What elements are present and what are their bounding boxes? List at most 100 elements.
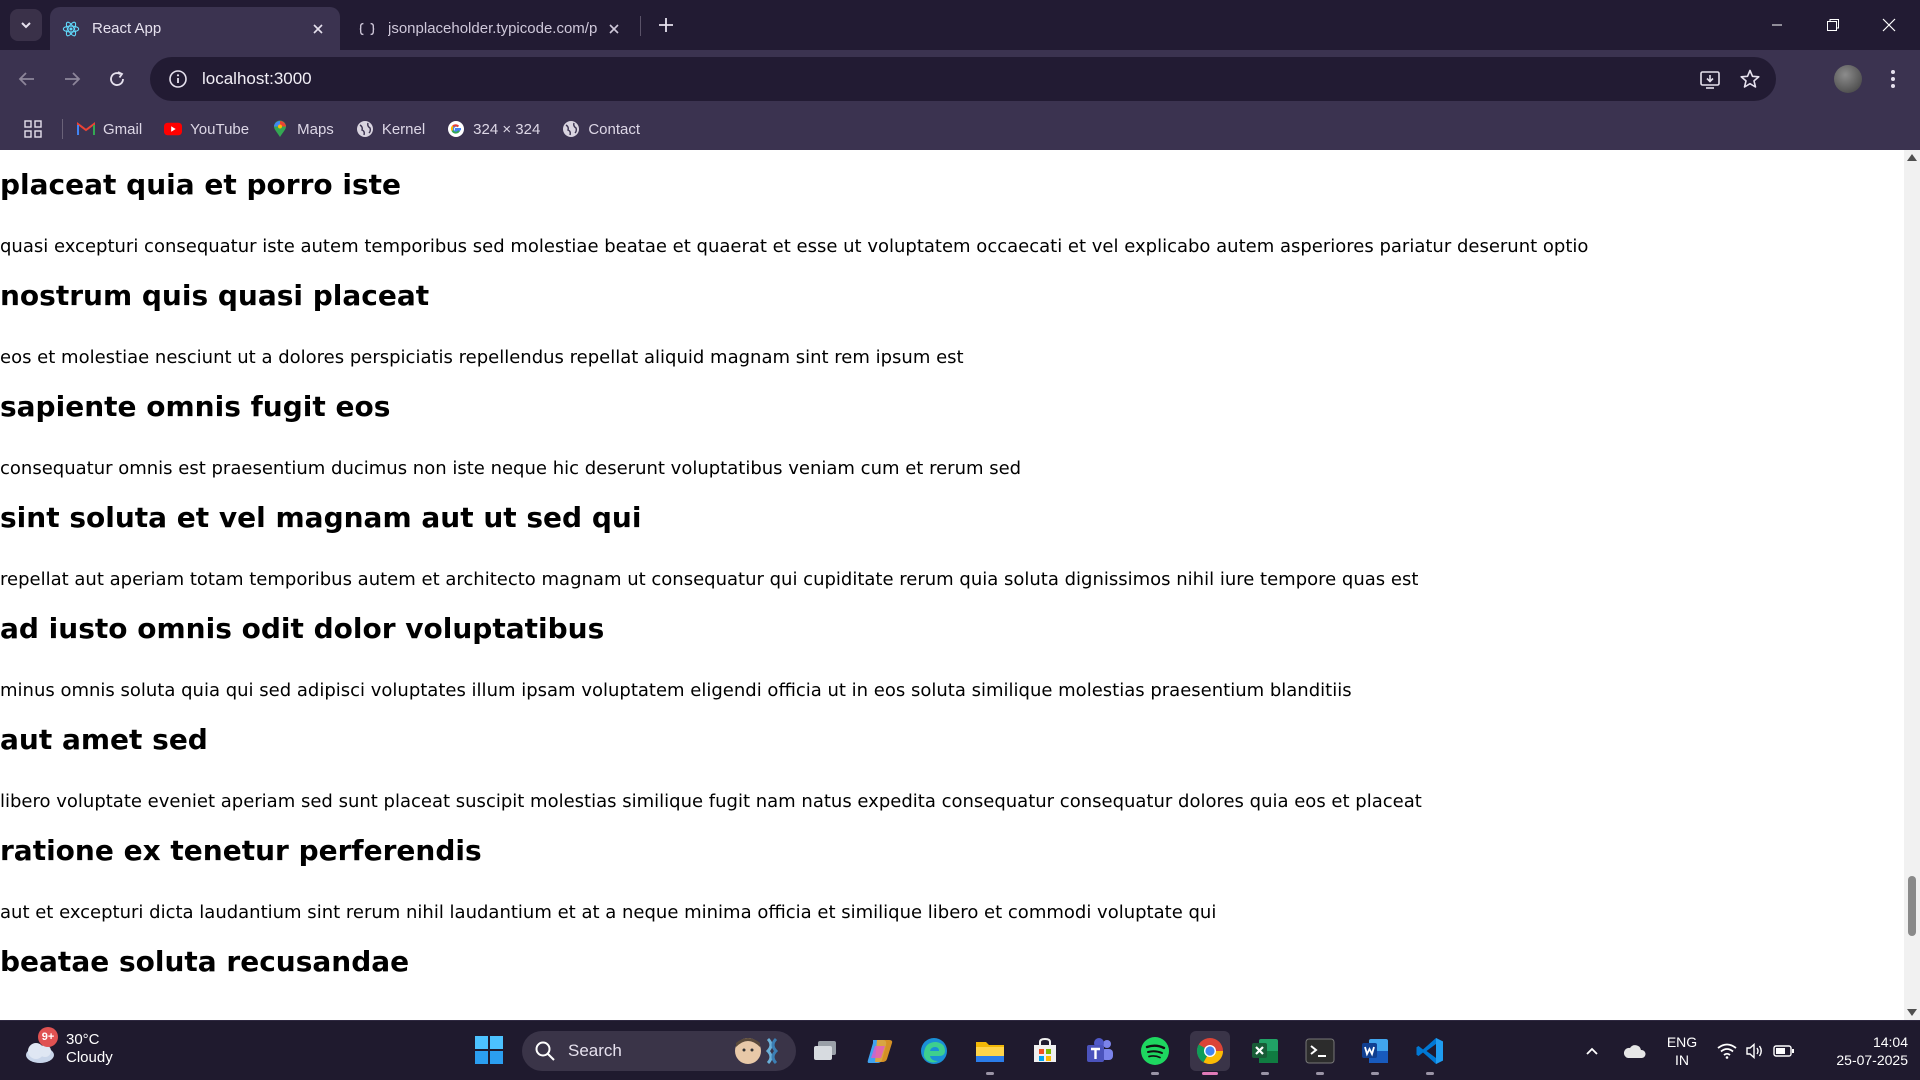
windows-logo-icon [475, 1036, 503, 1064]
page-scrollbar[interactable] [1904, 150, 1920, 1020]
scrollbar-thumb[interactable] [1908, 876, 1916, 936]
language-code: ENG [1666, 1034, 1698, 1050]
weather-widget[interactable]: 9+ 30°C Cloudy [20, 1027, 113, 1069]
post-item: placeat quia et porro iste quasi exceptu… [0, 165, 1890, 259]
spotify-button[interactable] [1135, 1031, 1175, 1075]
task-view-icon [814, 1041, 836, 1060]
chrome-button[interactable] [1190, 1031, 1230, 1075]
post-body: quasi excepturi consequatur iste autem t… [0, 236, 1589, 257]
bookmark-contact[interactable]: Contact [562, 120, 640, 138]
search-label: Search [568, 1041, 622, 1060]
tab-react-app[interactable]: React App [50, 7, 340, 50]
browser-tab-strip: React App jsonplaceholder.typicode.com/p [0, 0, 1920, 50]
jsonplaceholder-icon [359, 22, 375, 35]
cloud-icon: 9+ [20, 1027, 60, 1069]
profile-avatar[interactable] [1834, 65, 1862, 93]
running-indicator [1371, 1072, 1379, 1075]
microsoft-store-button[interactable] [1025, 1031, 1065, 1071]
bookmark-google-image[interactable]: 324 × 324 [447, 120, 540, 138]
bookmark-label: Contact [588, 120, 641, 138]
youtube-icon [164, 120, 183, 138]
restore-button[interactable] [1810, 8, 1856, 42]
forward-button[interactable] [57, 64, 87, 94]
battery-button[interactable] [1772, 1031, 1796, 1071]
close-tab-icon[interactable] [604, 19, 624, 39]
post-item: nostrum quis quasi placeat eos et molest… [0, 276, 1890, 370]
weather-badge: 9+ [38, 1027, 58, 1047]
bookmark-maps[interactable]: Maps [271, 120, 334, 138]
bookmark-youtube[interactable]: YouTube [164, 120, 249, 138]
install-app-button[interactable] [1690, 59, 1730, 99]
address-bar[interactable]: localhost:3000 [150, 57, 1776, 101]
bookmarks-divider [62, 119, 63, 139]
start-button[interactable] [474, 1035, 504, 1065]
more-vert-icon [1891, 70, 1895, 88]
post-item: sint soluta et vel magnam aut ut sed qui… [0, 498, 1890, 592]
input-language-indicator[interactable]: ENG IN [1664, 1033, 1700, 1069]
copilot-icon [867, 1040, 893, 1063]
post-title: placeat quia et porro iste [0, 168, 402, 201]
globe-icon [356, 120, 374, 138]
browser-menu-button[interactable] [1878, 64, 1908, 94]
chevron-down-icon [21, 22, 31, 29]
site-info-icon[interactable] [156, 57, 200, 101]
excel-button[interactable] [1245, 1031, 1285, 1075]
apps-button[interactable] [18, 114, 48, 144]
maps-icon [271, 120, 289, 138]
bookmark-kernel[interactable]: Kernel [356, 120, 425, 138]
wifi-button[interactable] [1716, 1031, 1738, 1071]
file-explorer-icon [976, 1042, 1004, 1062]
bookmark-label: 324 × 324 [473, 120, 541, 138]
word-button[interactable] [1355, 1031, 1395, 1075]
tab-jsonplaceholder[interactable]: jsonplaceholder.typicode.com/p [346, 7, 636, 50]
show-hidden-icons-button[interactable] [1582, 1031, 1602, 1071]
onedrive-button[interactable] [1620, 1031, 1648, 1071]
bookmark-star-button[interactable] [1730, 59, 1770, 99]
teams-button[interactable] [1080, 1031, 1120, 1071]
post-item: aut amet sed libero voluptate eveniet ap… [0, 720, 1890, 814]
chevron-up-icon [1586, 1047, 1598, 1055]
wifi-icon [1717, 1043, 1737, 1059]
tab-search-button[interactable] [10, 9, 42, 41]
scroll-up-arrow-icon[interactable] [1907, 154, 1917, 161]
taskbar-search-box[interactable]: Search [522, 1031, 796, 1071]
edge-button[interactable] [914, 1031, 954, 1071]
bookmark-label: Gmail [103, 120, 143, 138]
close-window-button[interactable] [1866, 8, 1912, 42]
close-tab-icon[interactable] [308, 19, 328, 39]
post-body: minus omnis soluta quia qui sed adipisci… [0, 680, 1352, 701]
copilot-button[interactable] [860, 1031, 900, 1071]
vscode-button[interactable] [1410, 1031, 1450, 1075]
tab-divider [640, 16, 641, 36]
task-view-button[interactable] [806, 1031, 846, 1071]
restore-icon [1827, 19, 1839, 31]
scroll-down-arrow-icon[interactable] [1907, 1009, 1917, 1016]
address-url: localhost:3000 [202, 69, 312, 88]
post-body: repellat aut aperiam totam temporibus au… [0, 569, 1419, 590]
minimize-button[interactable] [1754, 8, 1800, 42]
post-item: sapiente omnis fugit eos consequatur omn… [0, 387, 1890, 481]
terminal-button[interactable] [1300, 1031, 1340, 1075]
google-icon [447, 120, 465, 138]
bookmark-gmail[interactable]: Gmail [77, 120, 142, 138]
post-title: sint soluta et vel magnam aut ut sed qui [0, 501, 642, 534]
excel-icon [1252, 1039, 1278, 1063]
running-indicator [986, 1072, 994, 1075]
page-viewport: placeat quia et porro iste quasi exceptu… [0, 150, 1904, 1020]
post-title: ad iusto omnis odit dolor voluptatibus [0, 612, 605, 645]
post-title: ratione ex tenetur perferendis [0, 834, 482, 867]
back-button[interactable] [12, 64, 42, 94]
reload-button[interactable] [102, 64, 132, 94]
edge-icon [921, 1038, 947, 1064]
react-icon [62, 21, 80, 36]
system-clock[interactable]: 14:04 25-07-2025 [1808, 1033, 1908, 1069]
browser-toolbar: localhost:3000 [0, 50, 1920, 108]
weather-condition: Cloudy [66, 1049, 113, 1066]
install-icon [1700, 71, 1720, 89]
new-tab-button[interactable] [652, 11, 680, 39]
weather-temp: 30°C [66, 1031, 100, 1048]
file-explorer-button[interactable] [970, 1031, 1010, 1075]
volume-button[interactable] [1744, 1031, 1766, 1071]
search-highlight-illustration [735, 1037, 779, 1065]
plus-icon [659, 18, 673, 32]
